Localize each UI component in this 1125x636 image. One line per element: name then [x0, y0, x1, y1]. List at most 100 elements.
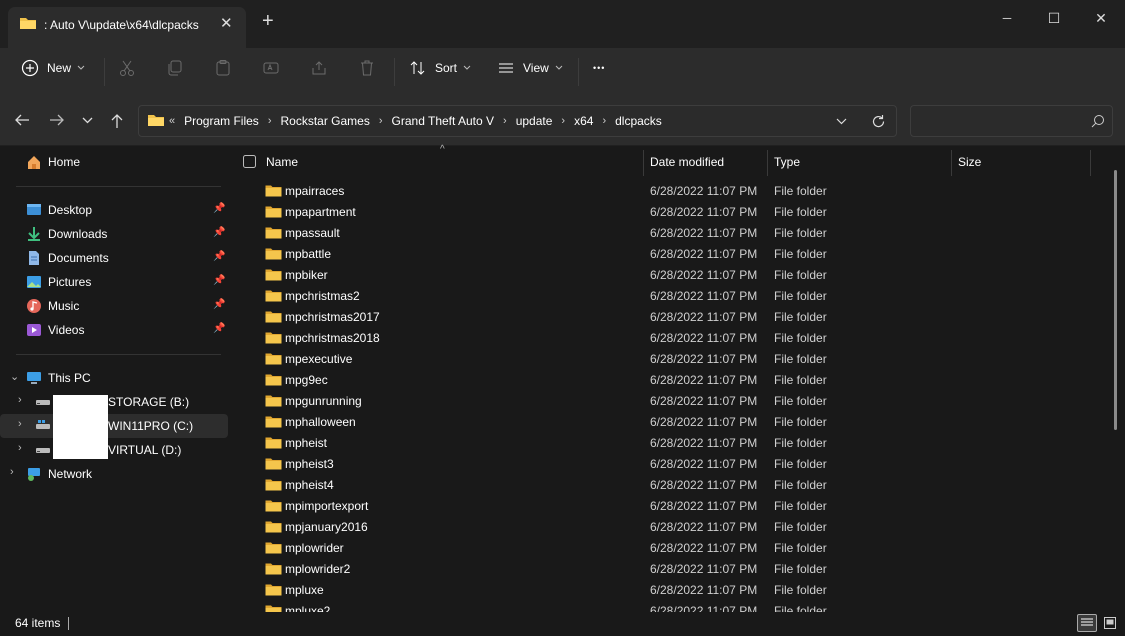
refresh-icon[interactable]: [871, 114, 886, 129]
tab-active[interactable]: : Auto V\update\x64\dlcpacks ✕: [8, 7, 246, 48]
chevron-right-icon[interactable]: ›: [18, 418, 22, 430]
file-date-modified: 6/28/2022 11:07 PM: [650, 562, 758, 576]
file-row[interactable]: mpbattle 6/28/2022 11:07 PM File folder: [232, 244, 1092, 265]
file-name: mplowrider: [285, 541, 344, 555]
file-date-modified: 6/28/2022 11:07 PM: [650, 499, 758, 513]
folder-icon: [265, 563, 282, 575]
rename-button[interactable]: [262, 48, 280, 88]
new-tab-button[interactable]: +: [262, 10, 274, 33]
breadcrumb-item[interactable]: Rockstar Games: [280, 114, 369, 128]
breadcrumb-item[interactable]: x64: [574, 114, 593, 128]
address-history-chevron-icon[interactable]: [836, 118, 847, 125]
chevron-right-icon[interactable]: ›: [561, 115, 565, 127]
file-type: File folder: [774, 289, 827, 303]
chevron-right-icon[interactable]: ›: [379, 115, 383, 127]
chevron-right-icon[interactable]: ›: [602, 115, 606, 127]
chevron-right-icon[interactable]: ›: [18, 442, 22, 454]
delete-button[interactable]: [358, 48, 376, 88]
chevron-right-icon[interactable]: ›: [268, 115, 272, 127]
folder-icon: [265, 353, 282, 365]
file-row[interactable]: mpchristmas2 6/28/2022 11:07 PM File folde…: [232, 286, 1092, 307]
chevron-right-icon[interactable]: ›: [503, 115, 507, 127]
file-row[interactable]: mpluxe 6/28/2022 11:07 PM File folder: [232, 580, 1092, 601]
new-button[interactable]: New: [21, 48, 85, 88]
sort-ascending-icon: ^: [440, 144, 445, 155]
close-window-button[interactable]: ✕: [1078, 4, 1124, 32]
file-row[interactable]: mpjanuary2016 6/28/2022 11:07 PM File fold…: [232, 517, 1092, 538]
forward-arrow-icon[interactable]: [49, 113, 65, 127]
recent-locations-chevron-icon[interactable]: [82, 117, 93, 124]
share-button[interactable]: [310, 48, 328, 88]
column-date-modified[interactable]: Date modified: [650, 155, 724, 169]
file-row[interactable]: mphalloween 6/28/2022 11:07 PM File folder: [232, 412, 1092, 433]
column-divider[interactable]: [767, 150, 768, 176]
tiles-view-button[interactable]: [1101, 614, 1119, 632]
file-date-modified: 6/28/2022 11:07 PM: [650, 541, 758, 555]
close-icon: ✕: [1095, 9, 1107, 26]
file-row[interactable]: mplowrider2 6/28/2022 11:07 PM File folder: [232, 559, 1092, 580]
sidebar-item-music[interactable]: Music 📌: [0, 294, 231, 318]
sidebar-item-drive-c[interactable]: › WIN11PRO (C:): [0, 414, 228, 438]
select-all-checkbox[interactable]: [243, 155, 256, 168]
column-name[interactable]: Name: [266, 155, 298, 169]
close-tab-icon[interactable]: ✕: [220, 14, 233, 32]
chevron-right-icon[interactable]: ›: [10, 466, 14, 478]
file-type: File folder: [774, 247, 827, 261]
vertical-scrollbar[interactable]: [1114, 170, 1117, 430]
sidebar-item-drive-d[interactable]: › VIRTUAL (D:): [0, 438, 231, 462]
chevron-right-icon[interactable]: ›: [18, 394, 22, 406]
file-row[interactable]: mpheist3 6/28/2022 11:07 PM File folder: [232, 454, 1092, 475]
file-row[interactable]: mpheist4 6/28/2022 11:07 PM File folder: [232, 475, 1092, 496]
column-size[interactable]: Size: [958, 155, 981, 169]
file-row[interactable]: mpapartment 6/28/2022 11:07 PM File folder: [232, 202, 1092, 223]
see-more-button[interactable]: •••: [593, 48, 605, 88]
drive-icon: [36, 400, 50, 405]
sidebar-item-videos[interactable]: Videos 📌: [0, 318, 231, 342]
folder-icon: [265, 458, 282, 470]
breadcrumb-item[interactable]: dlcpacks: [615, 114, 662, 128]
sidebar-item-drive-b[interactable]: › STORAGE (B:): [0, 390, 231, 414]
breadcrumb-item[interactable]: update: [516, 114, 553, 128]
sidebar-item-this-pc[interactable]: ⌄ This PC: [0, 366, 231, 390]
paste-button[interactable]: [214, 48, 232, 88]
column-divider[interactable]: [1090, 150, 1091, 176]
minimize-button[interactable]: ─: [984, 4, 1030, 32]
file-row[interactable]: mpassault 6/28/2022 11:07 PM File folder: [232, 223, 1092, 244]
file-row[interactable]: mpexecutive 6/28/2022 11:07 PM File folder: [232, 349, 1092, 370]
maximize-button[interactable]: ☐: [1031, 4, 1077, 32]
pin-icon: 📌: [213, 299, 226, 310]
file-row[interactable]: mpchristmas2018 6/28/2022 11:07 PM File fo…: [232, 328, 1092, 349]
overflow-icon[interactable]: «: [169, 115, 175, 127]
file-row[interactable]: mpgunrunning 6/28/2022 11:07 PM File folde…: [232, 391, 1092, 412]
cut-button[interactable]: [118, 48, 136, 88]
up-arrow-icon[interactable]: [110, 113, 124, 128]
sidebar-item-downloads[interactable]: Downloads 📌: [0, 222, 231, 246]
search-input[interactable]: [910, 105, 1113, 137]
view-button[interactable]: View: [497, 48, 563, 88]
details-view-button[interactable]: [1077, 614, 1097, 632]
sort-button[interactable]: Sort: [409, 48, 471, 88]
file-row[interactable]: mpheist 6/28/2022 11:07 PM File folder: [232, 433, 1092, 454]
file-row[interactable]: mpg9ec 6/28/2022 11:07 PM File folder: [232, 370, 1092, 391]
breadcrumb-item[interactable]: Program Files: [184, 114, 259, 128]
column-type[interactable]: Type: [774, 155, 800, 169]
breadcrumb-item[interactable]: Grand Theft Auto V: [392, 114, 495, 128]
sidebar-item-documents[interactable]: Documents 📌: [0, 246, 231, 270]
file-row[interactable]: mplowrider 6/28/2022 11:07 PM File folder: [232, 538, 1092, 559]
file-name: mpairraces: [285, 184, 345, 198]
file-row[interactable]: mpchristmas2017 6/28/2022 11:07 PM File fo…: [232, 307, 1092, 328]
file-row[interactable]: mpimportexport 6/28/2022 11:07 PM File fol…: [232, 496, 1092, 517]
sidebar-item-network[interactable]: › Network: [0, 462, 231, 486]
file-row[interactable]: mpbiker 6/28/2022 11:07 PM File folder: [232, 265, 1092, 286]
back-arrow-icon[interactable]: [14, 113, 30, 127]
file-row[interactable]: mpairraces 6/28/2022 11:07 PM File folder: [232, 181, 1092, 202]
sidebar-item-home[interactable]: Home: [0, 150, 231, 174]
copy-button[interactable]: [166, 48, 184, 88]
address-bar[interactable]: « Program Files › Rockstar Games › Grand…: [138, 105, 897, 137]
chevron-down-icon[interactable]: ⌄: [10, 370, 19, 383]
column-divider[interactable]: [643, 150, 644, 176]
sidebar-item-desktop[interactable]: Desktop 📌: [0, 198, 231, 222]
column-divider[interactable]: [951, 150, 952, 176]
sidebar-item-pictures[interactable]: Pictures 📌: [0, 270, 231, 294]
folder-icon: [265, 479, 282, 491]
